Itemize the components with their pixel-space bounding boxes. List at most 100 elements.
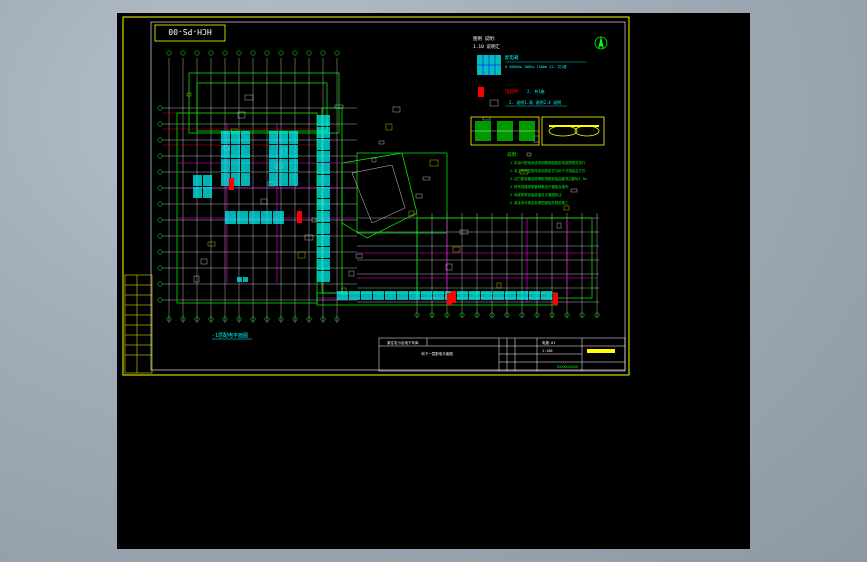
parking-bay bbox=[269, 173, 278, 186]
parking-bay bbox=[317, 187, 330, 198]
detail-mark bbox=[563, 205, 570, 211]
parking-bay bbox=[279, 131, 288, 144]
title-block-logo bbox=[587, 349, 615, 353]
detail-mark bbox=[452, 246, 461, 253]
detail-mark bbox=[200, 258, 208, 265]
parking-bay bbox=[269, 159, 278, 172]
grid-bubble bbox=[292, 50, 298, 56]
detail-mark bbox=[415, 193, 423, 199]
parking-bay bbox=[203, 187, 212, 198]
grid-bubble bbox=[264, 50, 270, 56]
parking-bay bbox=[279, 173, 288, 186]
floor-plan-walls bbox=[176, 72, 597, 306]
title-block-number: 电施-01 bbox=[542, 340, 555, 345]
parking-bay bbox=[317, 139, 330, 150]
detail-mark bbox=[556, 222, 562, 229]
parking-bays bbox=[193, 115, 558, 305]
parking-bay bbox=[289, 173, 298, 186]
parking-bay bbox=[373, 291, 384, 300]
title-block-project: 某住宅小区地下车库 bbox=[387, 340, 419, 345]
parking-bay bbox=[481, 291, 492, 300]
parking-bay bbox=[231, 159, 240, 172]
grid-bubble bbox=[166, 50, 172, 56]
grid-bubble bbox=[157, 185, 163, 191]
grid-bubble bbox=[334, 50, 340, 56]
grid-bubble bbox=[157, 137, 163, 143]
parking-bay bbox=[469, 291, 480, 300]
legend-item1-desc: 0.5000kw 100kw 1500m 22. 共1座 bbox=[505, 64, 567, 69]
panel-marker bbox=[553, 293, 558, 305]
grid-bubble bbox=[157, 121, 163, 127]
grid-bubble bbox=[157, 153, 163, 159]
grid-bubble bbox=[157, 233, 163, 239]
parking-bay bbox=[241, 145, 250, 158]
detail-mark bbox=[348, 270, 355, 277]
panel-marker bbox=[447, 293, 452, 305]
note-line: 2.本工程低压配电采用放射式与树干式相结合方式 bbox=[510, 168, 586, 173]
parking-bay bbox=[273, 211, 284, 224]
detail-mark bbox=[378, 140, 385, 145]
parking-bay bbox=[337, 291, 348, 300]
parking-bay bbox=[241, 131, 250, 144]
panel-symbol bbox=[243, 277, 248, 282]
cad-viewport[interactable]: HCH-PS-00 -1层配电平面图 图例 说明： 1.10 说明汇 配电箱 0… bbox=[117, 13, 750, 549]
title-block-scale: 1:100 bbox=[542, 349, 553, 353]
grid-bubble bbox=[194, 50, 200, 56]
parking-bay bbox=[279, 145, 288, 158]
parking-bay bbox=[221, 145, 230, 158]
parking-bay bbox=[261, 211, 272, 224]
legend-item2-symbol bbox=[478, 87, 484, 97]
detail-mark bbox=[482, 116, 491, 121]
grid-bubble bbox=[157, 201, 163, 207]
parking-bay bbox=[317, 163, 330, 174]
legend-panel: 图例 说明： 1.10 说明汇 配电箱 0.5000kw 100kw 1500m… bbox=[470, 35, 605, 205]
parking-bay bbox=[225, 211, 236, 224]
parking-bay bbox=[457, 291, 468, 300]
detail-mark bbox=[193, 275, 200, 283]
detail-mark bbox=[355, 253, 363, 259]
plan-caption: -1层配电平面图 bbox=[212, 332, 248, 339]
detail-mark bbox=[392, 106, 401, 113]
notes-heading: 说明： bbox=[507, 151, 521, 158]
parking-bay bbox=[279, 159, 288, 172]
legend-heading: 图例 说明： bbox=[473, 35, 498, 42]
parking-bay bbox=[517, 291, 528, 300]
wall-outline bbox=[416, 217, 593, 299]
parking-bay bbox=[193, 175, 202, 186]
parking-bay bbox=[361, 291, 372, 300]
notes-list: 1.本设计配电系统说明照明插座用电按照规范执行 2.本工程低压配电采用放射式与树干… bbox=[510, 160, 587, 205]
parking-bay bbox=[231, 145, 240, 158]
grid-bubble bbox=[278, 50, 284, 56]
grid-bubble bbox=[306, 50, 312, 56]
detail-mark bbox=[496, 282, 502, 289]
revision-table bbox=[124, 274, 153, 374]
parking-bay bbox=[203, 175, 212, 186]
detail-mark bbox=[207, 241, 216, 247]
parking-bay bbox=[433, 291, 444, 300]
detail-mark bbox=[570, 188, 578, 193]
parking-bay bbox=[409, 291, 420, 300]
detail-mark bbox=[422, 176, 431, 181]
parking-bay bbox=[317, 247, 330, 258]
parking-bay bbox=[269, 131, 278, 144]
detail-mark bbox=[385, 123, 393, 131]
note-line: 1.本设计配电系统说明照明插座用电按照规范执行 bbox=[510, 160, 586, 165]
grid-bubble bbox=[208, 50, 214, 56]
note-line: 4.所有线路穿钢管暗敷设于楼板及墙内 bbox=[510, 184, 569, 189]
grid-bubble bbox=[157, 249, 163, 255]
detail-mark bbox=[429, 159, 439, 167]
parking-bay bbox=[221, 159, 230, 172]
parking-bay bbox=[505, 291, 516, 300]
parking-bay bbox=[289, 159, 298, 172]
grid-bubble bbox=[157, 217, 163, 223]
grid-bubble bbox=[157, 265, 163, 271]
wall-outline bbox=[196, 82, 328, 132]
panel-symbol bbox=[237, 277, 242, 282]
grid-bubble bbox=[157, 105, 163, 111]
grid-bubble bbox=[236, 50, 242, 56]
panel-marker bbox=[297, 211, 302, 223]
parking-bay bbox=[529, 291, 540, 300]
parking-bay bbox=[221, 131, 230, 144]
title-block-remark: XXXXXXXXXX bbox=[557, 365, 579, 369]
parking-bay bbox=[397, 291, 408, 300]
